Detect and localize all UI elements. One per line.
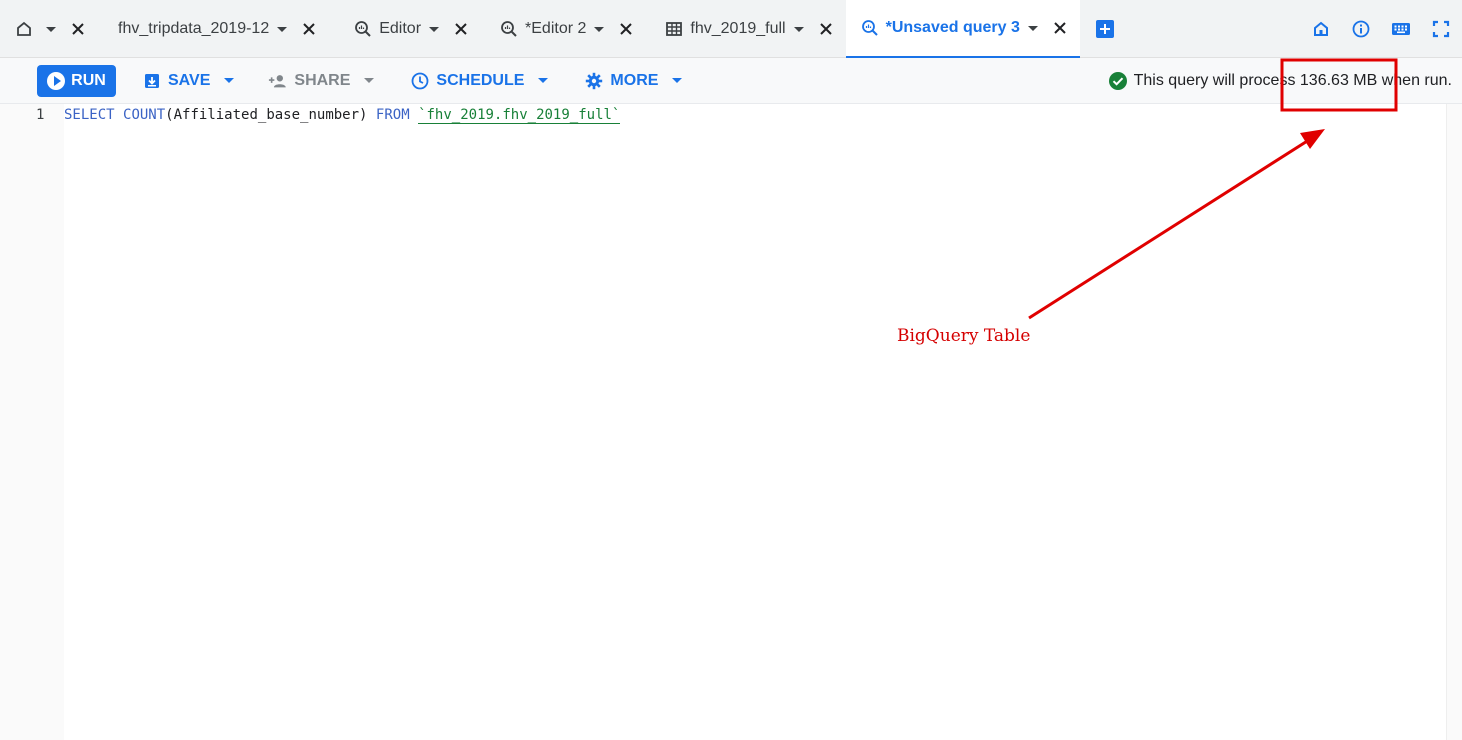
chevron-down-icon[interactable] (793, 26, 804, 32)
line-number: 1 (36, 107, 45, 123)
tab-home[interactable] (0, 0, 98, 58)
gear-icon (584, 71, 604, 91)
table-icon (664, 19, 684, 39)
chevron-down-icon (672, 78, 683, 83)
bigquery-console: fhv_tripdata_2019-12 Editor *Editor 2 fh… (0, 0, 1462, 740)
save-button[interactable]: SAVE (142, 71, 235, 91)
tab-fhv-2019-full[interactable]: fhv_2019_full (646, 0, 845, 58)
query-icon (499, 19, 519, 39)
chevron-down-icon (224, 78, 235, 83)
keyword-from: FROM (375, 107, 410, 123)
close-icon[interactable] (70, 21, 86, 37)
close-icon[interactable] (618, 21, 634, 37)
query-icon (860, 18, 880, 38)
share-button[interactable]: SHARE (268, 71, 375, 91)
share-button-label: SHARE (294, 71, 351, 89)
tab-label: Editor (379, 20, 422, 37)
status-message: This query will process 136.63 MB when r… (1133, 72, 1452, 89)
chevron-down-icon[interactable] (429, 26, 440, 32)
code-line[interactable]: SELECT COUNT(Affiliated_base_number) FRO… (64, 107, 621, 124)
plus-icon (1095, 20, 1114, 38)
more-button-label: MORE (610, 71, 659, 89)
home-icon[interactable] (1310, 18, 1332, 40)
keyword-select: SELECT (64, 107, 115, 123)
keyboard-icon[interactable] (1390, 18, 1412, 40)
info-icon[interactable] (1350, 18, 1372, 40)
chevron-down-icon[interactable] (1027, 25, 1038, 31)
chevron-down-icon (538, 78, 549, 83)
sql-editor[interactable]: 1 SELECT COUNT(Affiliated_base_number) F… (0, 104, 1462, 740)
run-button[interactable]: RUN (37, 64, 116, 97)
close-icon[interactable] (1052, 20, 1068, 36)
home-icon (14, 19, 34, 39)
function-count: COUNT (123, 107, 166, 123)
save-button-label: SAVE (168, 71, 211, 89)
schedule-button[interactable]: SCHEDULE (410, 71, 549, 91)
tab-label: fhv_2019_full (690, 20, 786, 37)
tab-label: *Editor 2 (525, 20, 587, 37)
count-arguments: (Affiliated_base_number) (165, 107, 368, 123)
play-icon (47, 71, 66, 90)
check-circle-icon (1108, 71, 1128, 91)
query-validation-status: This query will process 136.63 MB when r… (1108, 58, 1452, 104)
close-icon[interactable] (818, 21, 834, 37)
run-button-label: RUN (71, 71, 106, 89)
chevron-down-icon[interactable] (277, 26, 288, 32)
tab-editor[interactable]: Editor (329, 0, 481, 58)
close-icon[interactable] (301, 21, 317, 37)
save-icon (142, 71, 162, 91)
add-person-icon (268, 71, 288, 91)
fullscreen-icon[interactable] (1430, 18, 1452, 40)
line-number-gutter (0, 104, 64, 740)
tab-bar: fhv_tripdata_2019-12 Editor *Editor 2 fh… (0, 0, 1462, 58)
close-icon[interactable] (453, 21, 469, 37)
query-toolbar: RUN SAVE SHARE SCHEDULE MORE This query … (0, 58, 1462, 104)
annotation-label: BigQuery Table (897, 326, 1031, 346)
query-icon (353, 19, 373, 39)
schedule-button-label: SCHEDULE (436, 71, 525, 89)
table-reference[interactable]: `fhv_2019.fhv_2019_full` (418, 107, 621, 124)
more-button[interactable]: MORE (584, 71, 683, 91)
chevron-down-icon[interactable] (46, 26, 56, 32)
tab-label: fhv_tripdata_2019-12 (118, 20, 270, 37)
tab-unsaved-query-3[interactable]: *Unsaved query 3 (845, 0, 1080, 58)
tab-fhv-tripdata[interactable]: fhv_tripdata_2019-12 (98, 0, 329, 58)
tab-bar-actions (1310, 0, 1452, 58)
clock-icon (410, 71, 430, 91)
tab-label: *Unsaved query 3 (885, 19, 1020, 36)
chevron-down-icon (364, 78, 375, 83)
vertical-scrollbar[interactable] (1446, 104, 1462, 740)
add-tab-button[interactable] (1080, 0, 1130, 58)
tab-editor-2[interactable]: *Editor 2 (481, 0, 646, 58)
chevron-down-icon[interactable] (594, 26, 605, 32)
